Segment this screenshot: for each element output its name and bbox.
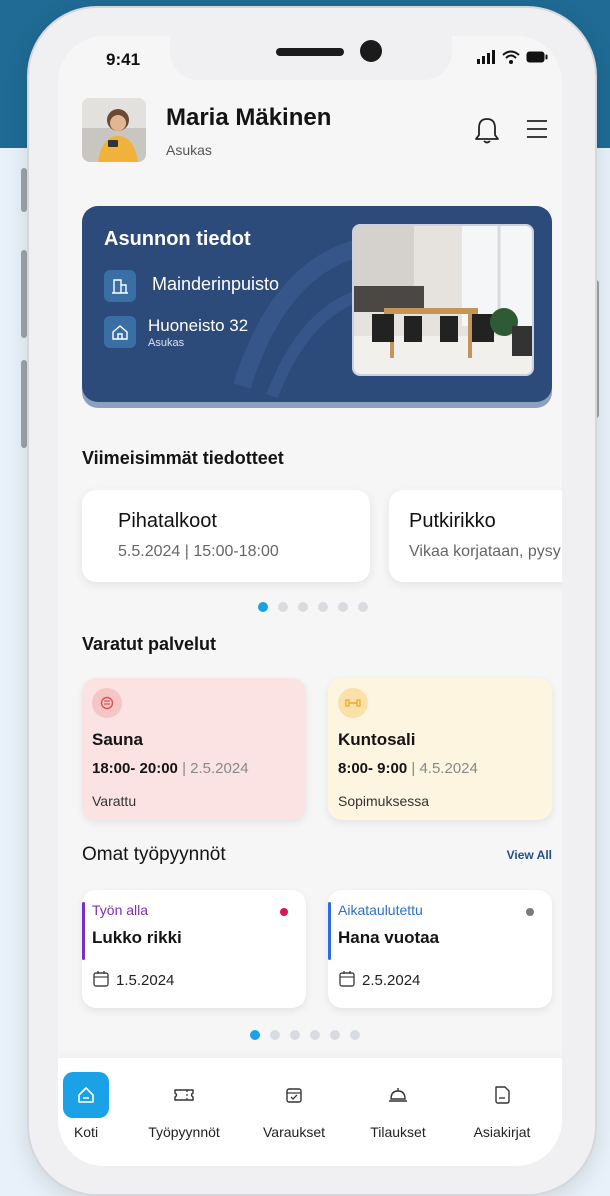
service-date: | 4.5.2024 <box>411 760 478 777</box>
property-name: Mainderinpuisto <box>152 274 280 294</box>
bell-icon[interactable] <box>474 116 500 144</box>
services-title: Varatut palvelut <box>82 634 217 654</box>
user-role: Asukas <box>166 142 212 158</box>
work-order-status-bar <box>82 902 85 960</box>
pagination-dot[interactable] <box>358 602 368 612</box>
pagination-dot[interactable] <box>278 602 288 612</box>
apartment-card[interactable]: Asunnon tiedot Mainderinpuisto Huoneisto… <box>82 206 552 402</box>
pagination-dot[interactable] <box>318 602 328 612</box>
menu-icon[interactable] <box>526 118 548 140</box>
work-order-status: Työn alla <box>92 902 149 918</box>
calendar-icon <box>271 1072 317 1118</box>
view-all-link[interactable]: View All <box>507 848 552 862</box>
front-camera <box>360 40 382 62</box>
nav-label: Asiakirjat <box>473 1124 531 1140</box>
bulletin-title: Putkirikko <box>409 510 496 532</box>
work-orders-title: Omat työpyynnöt <box>82 844 226 865</box>
status-dot <box>280 908 288 916</box>
calendar-icon <box>93 971 109 987</box>
app-screen: 9:41 Maria Mäkinen Asukas Asunnon tiedot… <box>58 36 562 1166</box>
bulletins-pagination[interactable] <box>258 602 368 612</box>
bulletins-title: Viimeisimmät tiedotteet <box>82 448 284 468</box>
unit-name: Huoneisto 32 <box>148 316 249 335</box>
nav-label: Tilaukset <box>370 1124 426 1140</box>
work-order-card[interactable]: Aikataulutettu Hana vuotaa 2.5.2024 <box>328 890 552 1008</box>
nav-item-orders[interactable]: Tilaukset <box>348 1072 448 1140</box>
work-order-title: Hana vuotaa <box>338 928 440 947</box>
nav-label: Koti <box>73 1124 99 1140</box>
service-title: Sauna <box>92 730 144 749</box>
work-order-card[interactable]: Työn alla Lukko rikki 1.5.2024 <box>82 890 306 1008</box>
wifi-icon <box>502 50 520 64</box>
bell-service-icon <box>375 1072 421 1118</box>
work-order-date: 1.5.2024 <box>116 972 175 989</box>
ticket-icon <box>161 1072 207 1118</box>
bulletin-subtitle: Vikaa korjataan, pysy <box>409 543 561 560</box>
dumbbell-icon <box>338 688 368 718</box>
service-status: Sopimuksessa <box>338 793 430 809</box>
service-time-row: 18:00- 20:00 | 2.5.2024 <box>92 760 306 777</box>
pagination-dot-active[interactable] <box>250 1030 260 1040</box>
service-card-sauna[interactable]: Sauna 18:00- 20:00 | 2.5.2024 Varattu <box>82 678 306 820</box>
nav-label: Varaukset <box>263 1124 325 1140</box>
pagination-dot[interactable] <box>270 1030 280 1040</box>
work-orders-pagination[interactable] <box>250 1030 360 1040</box>
pagination-dot[interactable] <box>338 602 348 612</box>
apartment-photo <box>352 224 534 376</box>
bulletin-card[interactable]: Pihatalkoot 5.5.2024 | 15:00-18:00 <box>82 490 370 582</box>
pagination-dot[interactable] <box>310 1030 320 1040</box>
service-status: Varattu <box>92 793 137 809</box>
service-title: Kuntosali <box>338 730 416 749</box>
pagination-dot[interactable] <box>350 1030 360 1040</box>
nav-label: Työpyynnöt <box>148 1124 220 1140</box>
nav-item-bookings[interactable]: Varaukset <box>244 1072 344 1140</box>
user-name: Maria Mäkinen <box>166 104 332 131</box>
signal-icon <box>477 50 495 64</box>
work-order-date: 2.5.2024 <box>362 972 421 989</box>
bulletin-card[interactable]: Putkirikko Vikaa korjataan, pysy <box>389 490 562 582</box>
work-order-title: Lukko rikki <box>92 928 182 947</box>
apartment-title: Asunnon tiedot <box>104 228 251 250</box>
service-card-gym[interactable]: Kuntosali 8:00- 9:00 | 4.5.2024 Sopimuks… <box>328 678 552 820</box>
building-icon <box>104 270 136 302</box>
home-icon <box>63 1072 109 1118</box>
nav-item-documents[interactable]: Asiakirjat <box>452 1072 552 1140</box>
work-order-status: Aikataulutettu <box>338 902 423 918</box>
service-time: 18:00- 20:00 <box>92 760 178 777</box>
bulletin-subtitle: 5.5.2024 | 15:00-18:00 <box>118 543 279 560</box>
document-icon <box>479 1072 525 1118</box>
avatar[interactable] <box>82 98 146 162</box>
notch <box>170 36 452 80</box>
home-outline-icon <box>104 316 136 348</box>
service-time-row: 8:00- 9:00 | 4.5.2024 <box>338 760 552 777</box>
work-order-status-bar <box>328 902 331 960</box>
battery-icon <box>526 51 548 63</box>
pagination-dot[interactable] <box>298 602 308 612</box>
bottom-navigation: Koti Työpyynnöt Varaukset Tilaukset Asia… <box>58 1058 562 1166</box>
status-icons <box>476 50 548 64</box>
calendar-icon <box>339 971 355 987</box>
service-date: | 2.5.2024 <box>182 760 249 777</box>
bulletin-title: Pihatalkoot <box>118 510 217 532</box>
pagination-dot-active[interactable] <box>258 602 268 612</box>
sauna-icon <box>92 688 122 718</box>
status-dot <box>526 908 534 916</box>
service-time: 8:00- 9:00 <box>338 760 408 777</box>
speaker-grill <box>276 48 344 56</box>
pagination-dot[interactable] <box>330 1030 340 1040</box>
nav-item-work-orders[interactable]: Työpyynnöt <box>134 1072 234 1140</box>
status-time: 9:41 <box>106 50 141 69</box>
unit-role: Asukas <box>148 337 185 349</box>
pagination-dot[interactable] <box>290 1030 300 1040</box>
nav-item-home[interactable]: Koti <box>58 1072 136 1140</box>
